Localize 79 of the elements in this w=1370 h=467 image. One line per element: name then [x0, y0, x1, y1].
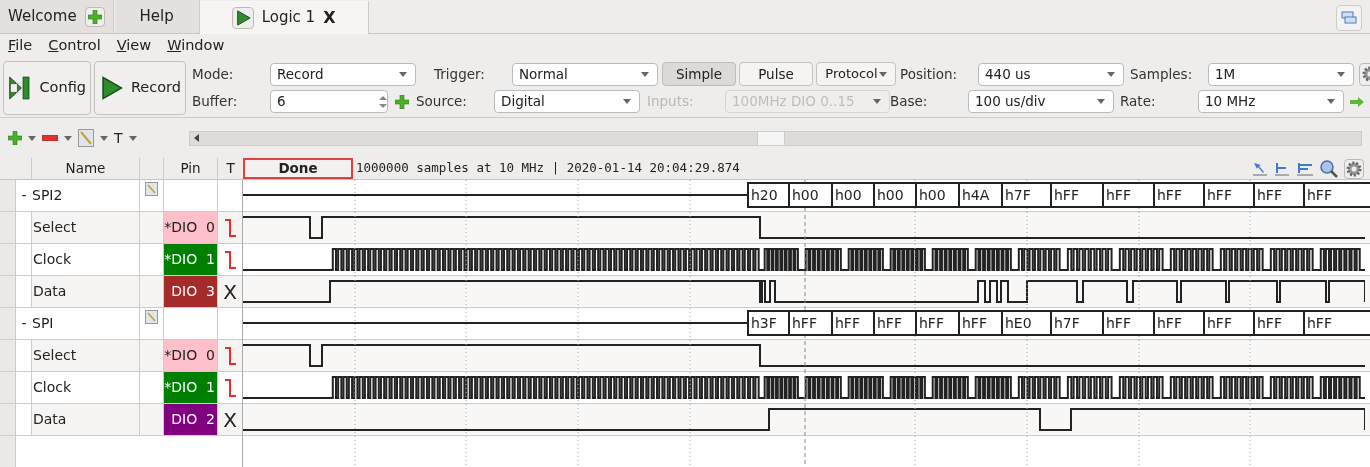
bus-value: h7F	[1001, 182, 1050, 208]
dropdown-field[interactable]: 440 us	[978, 62, 1124, 86]
bus-value: hFF	[958, 310, 1001, 336]
bus-value: hFF	[1102, 310, 1153, 336]
dropdown-field[interactable]: Normal	[512, 62, 658, 86]
bus-value: h00	[788, 182, 831, 208]
menu-item[interactable]: Control	[48, 35, 101, 57]
trigger-off-mark[interactable]: X	[223, 281, 237, 302]
channel-name: Data	[32, 276, 140, 307]
expand-toggle[interactable]: -	[16, 308, 32, 339]
pin-label[interactable]: *DIO 1	[164, 244, 218, 275]
trigger-mode-button[interactable]: Pulse	[739, 62, 813, 86]
field-label: Base:	[890, 92, 929, 112]
dropdown-field[interactable]: 1M	[1208, 62, 1354, 86]
bus-value: hFF	[1303, 310, 1370, 336]
column-header[interactable]: T	[218, 158, 243, 179]
bus-value: hFF	[1253, 310, 1303, 336]
pin-label[interactable]: *DIO 0	[164, 212, 218, 243]
dropdown-field[interactable]: Record	[270, 62, 416, 86]
bus-value: hFF	[831, 310, 873, 336]
record-button[interactable]: Record	[94, 60, 186, 115]
bus-value: h00	[873, 182, 915, 208]
menu-item[interactable]: View	[116, 35, 152, 57]
bus-value: hFF	[1153, 310, 1203, 336]
channel-name: Data	[32, 404, 140, 435]
status-badge: Done	[243, 158, 353, 179]
pin-label[interactable]: *DIO 1	[164, 372, 218, 403]
capture-info: 1000000 samples at 10 MHz | 2020-01-14 20:04:29.874	[356, 159, 740, 178]
bus-value: hFF	[1203, 310, 1253, 336]
trigger-off-mark[interactable]: X	[223, 409, 237, 430]
field-label: Trigger:	[434, 64, 486, 84]
text-tool-button[interactable]: T	[114, 127, 123, 149]
field-label: Samples:	[1130, 64, 1194, 84]
group-name: SPI2	[32, 180, 140, 211]
bus-value: h00	[831, 182, 873, 208]
bus-value: h3F	[747, 310, 788, 336]
config-button[interactable]: Config	[3, 60, 91, 115]
channel-name: Clock	[32, 372, 140, 403]
bus-value: hFF	[1253, 182, 1303, 208]
pin-label[interactable]: *DIO 0	[164, 340, 218, 371]
bus-value: hFF	[788, 310, 831, 336]
channel-name: Select	[32, 340, 140, 371]
field-label: Rate:	[1120, 92, 1157, 112]
bus-value: hFF	[1153, 182, 1203, 208]
menu-item[interactable]: Window	[167, 35, 225, 57]
field-label: Buffer:	[192, 92, 239, 112]
column-header[interactable]: Name	[32, 158, 140, 179]
bus-value: hFF	[1203, 182, 1253, 208]
pin-label[interactable]: DIO 3	[164, 276, 218, 307]
trigger-mode-button[interactable]: Simple	[662, 62, 736, 86]
bus-value: hFF	[1050, 182, 1102, 208]
tab[interactable]: Help	[114, 0, 200, 33]
bus-value: h4A	[958, 182, 1001, 208]
bus-value: hFF	[873, 310, 915, 336]
tab[interactable]: Welcome	[0, 0, 114, 33]
bus-value: h20	[747, 182, 788, 208]
menu-item[interactable]: File	[8, 35, 33, 57]
buffer-spinbox[interactable]: 6	[270, 90, 388, 113]
group-name: SPI	[32, 308, 140, 339]
tab[interactable]: Logic 1 X	[199, 1, 369, 34]
trigger-mode-button[interactable]: Protocol	[816, 62, 896, 86]
bus-value: h7F	[1050, 310, 1102, 336]
column-header[interactable]: Pin	[164, 158, 218, 179]
field-label: Mode:	[192, 64, 235, 84]
dropdown-field[interactable]: 10 MHz	[1198, 90, 1344, 113]
bus-value: hE0	[1001, 310, 1050, 336]
field-label: Position:	[900, 64, 959, 84]
bus-value: hFF	[1102, 182, 1153, 208]
channel-name: Select	[32, 212, 140, 243]
dropdown-field[interactable]: Digital	[494, 90, 640, 113]
bus-value: h00	[915, 182, 958, 208]
expand-toggle[interactable]: -	[16, 180, 32, 211]
dropdown-field[interactable]: 100 us/div	[968, 90, 1114, 113]
bus-value: hFF	[915, 310, 958, 336]
field-label: Source:	[416, 92, 468, 112]
close-button[interactable]: X	[323, 5, 336, 30]
pin-label[interactable]: DIO 2	[164, 404, 218, 435]
bus-value: hFF	[1303, 182, 1370, 208]
channel-name: Clock	[32, 244, 140, 275]
